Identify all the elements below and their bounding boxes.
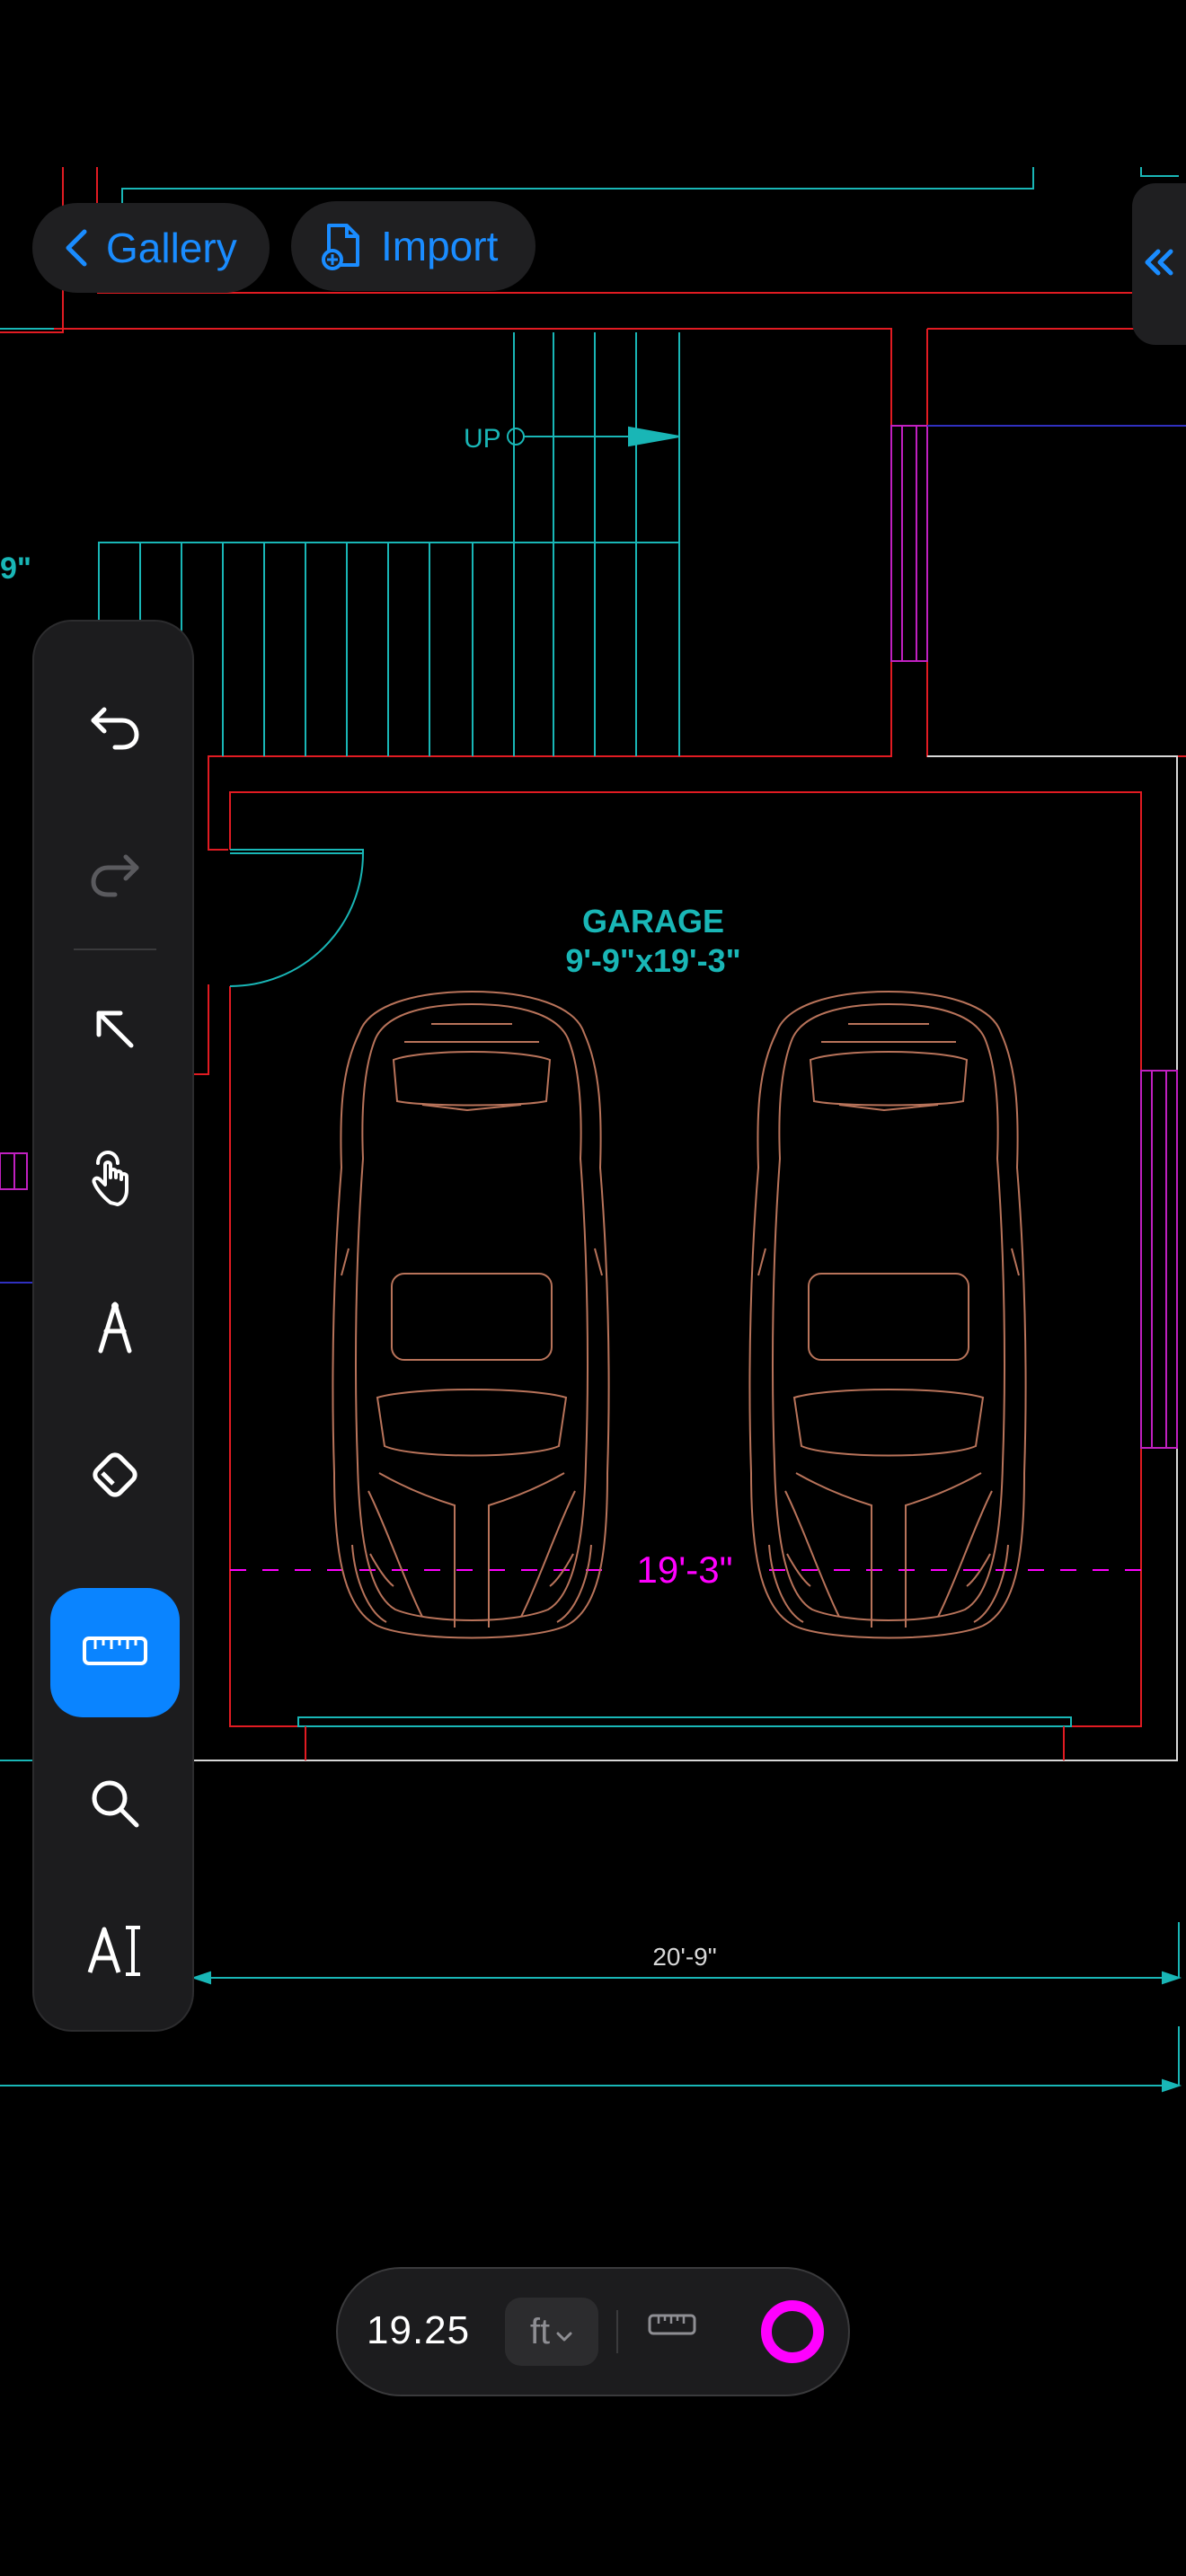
room-size: 9'-9"x19'-3" <box>565 942 740 979</box>
bottom-dim-label: 20'-9" <box>652 1943 716 1971</box>
partial-dim-label: 9" <box>0 551 31 586</box>
text-tool[interactable] <box>50 1888 180 2017</box>
draw-tool[interactable] <box>50 1265 180 1394</box>
ruler-icon <box>647 2314 697 2341</box>
garage-door <box>297 1716 1072 1760</box>
color-picker-button[interactable] <box>757 2296 828 2372</box>
measurement-bar: 19.25 ft <box>336 2267 850 2396</box>
tool-palette <box>32 620 194 2032</box>
double-chevron-left-icon <box>1144 249 1174 280</box>
door <box>229 849 364 987</box>
left-stub <box>0 1152 28 1190</box>
redo-icon <box>88 848 142 906</box>
zoom-tool[interactable] <box>50 1741 180 1870</box>
color-ring-icon <box>757 2300 828 2371</box>
pan-tool[interactable] <box>50 1116 180 1245</box>
room-name: GARAGE <box>582 903 724 940</box>
document-add-icon <box>322 222 363 270</box>
stair-label: UP <box>464 424 501 454</box>
measurement-label: 19'-3" <box>637 1548 733 1591</box>
eraser-tool[interactable] <box>50 1412 180 1541</box>
car-left <box>332 990 610 1639</box>
gallery-label: Gallery <box>106 225 237 271</box>
magnifier-icon <box>88 1777 142 1835</box>
measure-tool[interactable] <box>50 1588 180 1717</box>
redo-button[interactable] <box>50 812 180 941</box>
measurement-value: 19.25 <box>367 2308 471 2352</box>
arrow-up-left-icon <box>90 1004 140 1059</box>
compass-pen-icon <box>90 1299 140 1361</box>
ruler-mode-button[interactable] <box>647 2312 697 2342</box>
upper-window <box>890 425 928 662</box>
import-label: Import <box>381 223 499 269</box>
ruler-icon <box>82 1635 148 1672</box>
undo-icon <box>88 701 142 759</box>
chevron-down-icon <box>555 2312 573 2352</box>
lower-window <box>1140 1070 1178 1449</box>
unit-dropdown[interactable]: ft <box>505 2298 598 2366</box>
select-tool[interactable] <box>50 966 180 1096</box>
chevron-left-icon <box>63 228 90 268</box>
gallery-button[interactable]: Gallery <box>32 203 270 293</box>
measurement-divider <box>616 2310 618 2353</box>
car-right <box>748 991 1027 1639</box>
unit-label: ft <box>529 2311 551 2351</box>
collapse-panel-button[interactable] <box>1132 183 1186 345</box>
hand-tap-icon <box>84 1147 146 1214</box>
eraser-icon <box>86 1446 144 1508</box>
toolbar-divider <box>74 948 156 950</box>
undo-button[interactable] <box>50 665 180 794</box>
text-cursor-icon <box>86 1922 144 1984</box>
import-button[interactable]: Import <box>291 201 535 291</box>
